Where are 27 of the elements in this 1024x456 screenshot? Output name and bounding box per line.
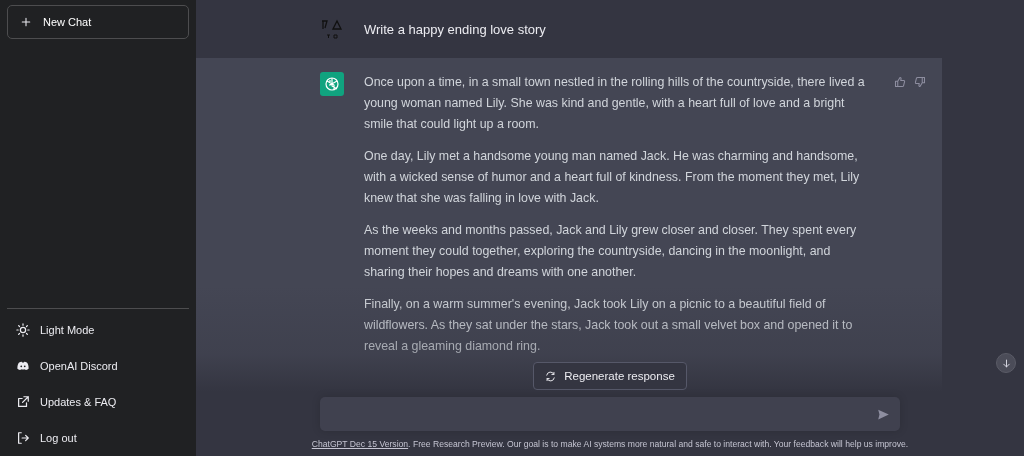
message-field[interactable] [320, 397, 900, 431]
user-message: Write a happy ending love story [364, 21, 546, 37]
thumbs-down-icon [914, 76, 926, 88]
assistant-logo-icon [320, 72, 344, 96]
sidebar-item[interactable]: Log out [7, 420, 189, 456]
response-paragraph: One day, Lily met a handsome young man named Jack. He was charming and handsome, with a wicked sense of humor and a heart full of kindness. From the moment they met, Lily knew that she was falling in love with Jack. [364, 148, 861, 207]
logout-icon [16, 431, 30, 445]
avatar-icon [320, 17, 344, 41]
sidebar-item[interactable]: OpenAI Discord [7, 348, 189, 384]
response-paragraph: Once upon a time, in a small town nestled in the rolling hills of the countryside, there lived a young woman named Lily. She was kind and gentle, with a heart full of love and a bright smile that could light up a room. [364, 74, 866, 133]
sidebar-item[interactable]: Light Mode [7, 312, 189, 348]
external-link-icon [16, 395, 30, 409]
discord-icon [16, 359, 30, 373]
sidebar-item[interactable]: Updates & FAQ [7, 384, 189, 420]
footer-note: ChatGPT Dec 15 Version. Free Research Preview. Our goal is to make AI systems more natural and safe to interact with. Your feedback will help us improve. [311, 439, 909, 449]
regenerate-button[interactable]: Regenerate response [533, 362, 687, 390]
refresh-icon [545, 370, 557, 382]
response-paragraph: Finally, on a warm summer's evening, Jack took Lily on a picnic to a beautiful field of wildflowers. As they sat under the stars, Jack took out a small velvet box and opened it to reveal a gleaming diamond ring. [364, 296, 854, 355]
send-icon [877, 407, 890, 421]
thumbs-up-icon [894, 76, 906, 88]
new-chat-button[interactable]: New Chat [7, 5, 189, 39]
response-paragraph: As the weeks and months passed, Jack and Lily grew closer and closer. They spent every moment they could together, exploring the countryside, dancing in the moonlight, and sharing their hopes and dreams with one another. [364, 222, 858, 281]
send-button[interactable] [877, 407, 890, 421]
scroll-down-button[interactable] [996, 353, 1016, 373]
sun-icon [16, 323, 30, 337]
plus-icon [20, 16, 32, 28]
arrow-down-icon [1000, 357, 1012, 369]
